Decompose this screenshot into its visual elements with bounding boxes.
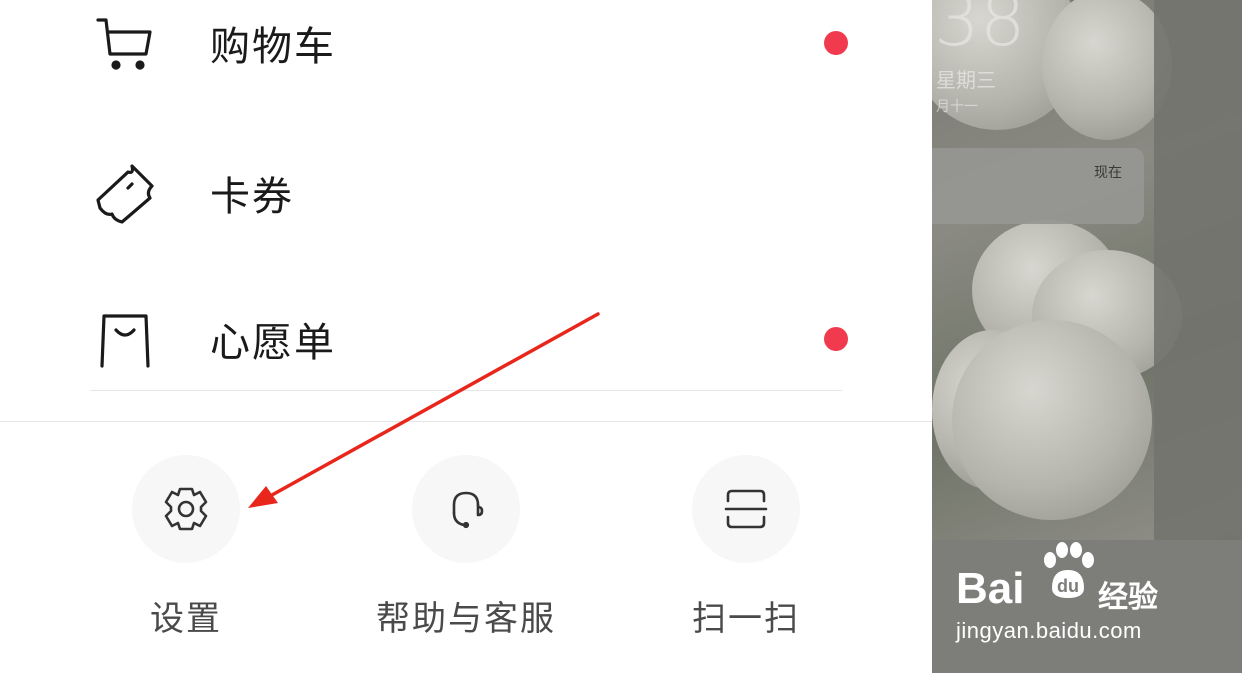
baidu-jingyan-watermark: du Bai 经验 jingyan.baidu.com xyxy=(956,542,1196,656)
notification-time: 现在 xyxy=(1094,165,1122,181)
help-support-label: 帮助与客服 xyxy=(376,599,556,639)
watermark-brand-cn: 经验 xyxy=(1098,580,1158,615)
lockscreen-lunar-date: 月十一 xyxy=(936,99,978,115)
gear-icon xyxy=(132,455,240,563)
menu-item-wishlist[interactable]: 心愿单 xyxy=(90,284,850,394)
flower-image xyxy=(952,320,1152,520)
menu-divider xyxy=(90,390,842,391)
background-side-panel xyxy=(1154,0,1242,540)
menu-item-label: 购物车 xyxy=(210,24,336,70)
scan-icon xyxy=(692,455,800,563)
paw-icon: du xyxy=(1044,542,1094,598)
screen: 购物车 卡券 心愿单 设置 帮助与客服 扫一扫 38 星期三 月十一 现在 du… xyxy=(0,0,1242,673)
wishlist-bag-icon xyxy=(90,304,160,374)
scan-label: 扫一扫 xyxy=(692,599,800,639)
menu-item-label: 心愿单 xyxy=(210,320,336,366)
headset-icon xyxy=(412,455,520,563)
settings-button[interactable]: 设置 xyxy=(46,455,326,645)
help-support-button[interactable]: 帮助与客服 xyxy=(326,455,606,645)
notification-dot xyxy=(824,31,848,55)
section-divider xyxy=(0,421,932,422)
side-drawer: 购物车 卡券 心愿单 设置 帮助与客服 扫一扫 xyxy=(0,0,932,673)
settings-label: 设置 xyxy=(150,599,222,639)
watermark-url: jingyan.baidu.com xyxy=(956,618,1142,643)
notification-card[interactable]: 现在 xyxy=(932,148,1144,224)
cart-icon xyxy=(90,8,160,78)
notification-dot xyxy=(824,327,848,351)
watermark-brand: Bai xyxy=(956,564,1025,613)
lockscreen-weekday: 星期三 xyxy=(936,68,996,92)
menu-item-coupons[interactable]: 卡券 xyxy=(90,138,850,248)
svg-text:du: du xyxy=(1057,576,1079,596)
lockscreen-clock: 38 xyxy=(934,0,1026,62)
flower-image xyxy=(1042,0,1172,140)
menu-item-label: 卡券 xyxy=(210,174,294,220)
menu-item-cart[interactable]: 购物车 xyxy=(90,0,850,98)
coupon-icon xyxy=(90,158,160,228)
scan-button[interactable]: 扫一扫 xyxy=(606,455,886,645)
